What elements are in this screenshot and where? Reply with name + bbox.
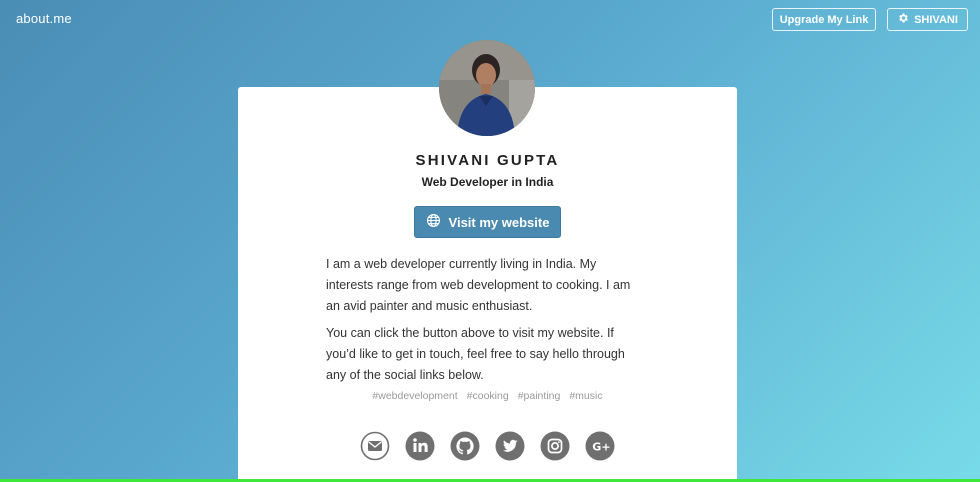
visit-website-label: Visit my website — [448, 214, 550, 230]
profile-bio: I am a web developer currently living in… — [326, 254, 646, 392]
social-links: G+ — [360, 431, 615, 461]
github-icon[interactable] — [450, 431, 480, 461]
gear-icon — [897, 12, 909, 27]
upgrade-my-link-button[interactable]: Upgrade My Link — [772, 8, 876, 31]
email-icon[interactable] — [360, 431, 390, 461]
bio-paragraph: You can click the button above to visit … — [326, 326, 625, 382]
tag-webdevelopment[interactable]: #webdevelopment — [372, 390, 457, 402]
profile-headline: Web Developer in India — [421, 175, 554, 189]
user-menu-button[interactable]: SHIVANI — [887, 8, 968, 31]
google-plus-icon[interactable]: G+ — [585, 431, 615, 461]
bio-paragraph: I am a web developer currently living in… — [326, 257, 631, 313]
svg-text:G+: G+ — [592, 441, 610, 454]
linkedin-icon[interactable] — [405, 431, 435, 461]
user-menu-label: SHIVANI — [914, 13, 958, 26]
profile-name: SHIVANI GUPTA — [415, 152, 560, 169]
tag-list: #webdevelopment #cooking #painting #musi… — [238, 390, 737, 402]
twitter-icon[interactable] — [495, 431, 525, 461]
instagram-icon[interactable] — [540, 431, 570, 461]
avatar — [439, 40, 535, 136]
logo[interactable]: about.me — [16, 11, 72, 26]
visit-website-button[interactable]: Visit my website — [414, 206, 561, 238]
tag-music[interactable]: #music — [569, 390, 602, 402]
tag-cooking[interactable]: #cooking — [467, 390, 509, 402]
tag-painting[interactable]: #painting — [518, 390, 561, 402]
upgrade-button-label: Upgrade My Link — [779, 13, 869, 26]
globe-icon — [426, 213, 441, 231]
